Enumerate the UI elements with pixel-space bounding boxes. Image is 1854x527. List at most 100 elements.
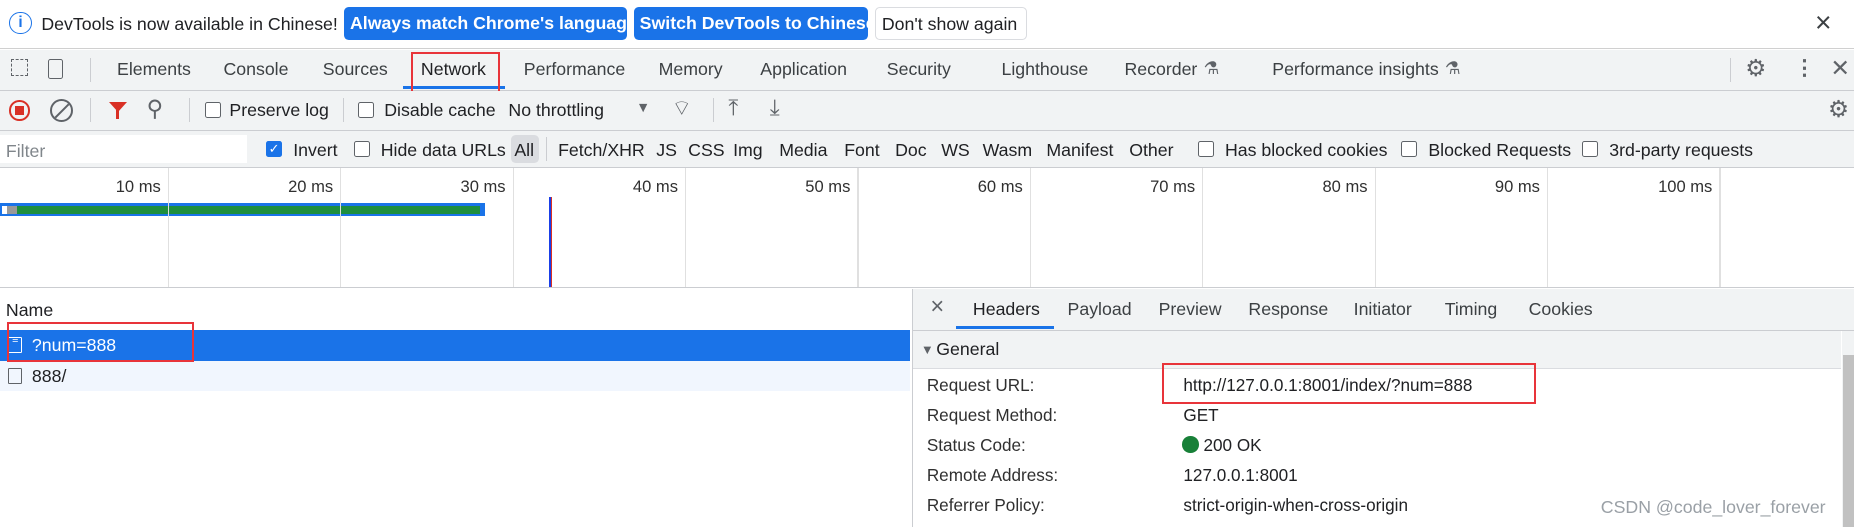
name-header-label: Name — [5, 300, 54, 321]
tab-cookies[interactable]: Cookies — [1529, 299, 1593, 320]
general-field-value: GET — [1183, 404, 1219, 425]
switch-to-chinese-button[interactable]: Switch DevTools to Chinese — [633, 7, 876, 41]
tab-security[interactable]: Security — [887, 59, 951, 80]
expand-triangle-icon: ▼ — [920, 341, 934, 357]
has-blocked-cookies-checkbox[interactable] — [1197, 140, 1214, 157]
dont-show-again-button[interactable]: Don't show again — [874, 7, 1028, 41]
dropdown-arrow-icon[interactable]: ▼ — [636, 100, 650, 116]
flask-icon: ⚗ — [1444, 57, 1461, 78]
search-icon[interactable]: ⚲ — [147, 96, 163, 122]
overview-tick-label: 70 ms — [1150, 177, 1196, 197]
type-doc[interactable]: Doc — [895, 140, 927, 161]
disable-cache-checkbox[interactable] — [358, 101, 375, 118]
tab-headers[interactable]: Headers — [973, 299, 1040, 320]
details-scrollbar[interactable] — [1841, 331, 1854, 527]
tab-payload[interactable]: Payload — [1068, 299, 1132, 320]
request-row[interactable]: 888/ — [0, 360, 911, 392]
language-infobar: i DevTools is now available in Chinese! … — [0, 0, 1854, 50]
third-party-checkbox[interactable] — [1582, 140, 1599, 157]
tab-performance-insights[interactable]: Performance insights — [1272, 59, 1438, 80]
tab-timing[interactable]: Timing — [1445, 299, 1498, 320]
invert-checkbox[interactable]: ✓ — [266, 140, 283, 157]
third-party-label[interactable]: 3rd-party requests — [1609, 140, 1753, 161]
blocked-requests-label[interactable]: Blocked Requests — [1428, 140, 1571, 161]
tab-sources[interactable]: Sources — [323, 59, 388, 80]
tab-memory[interactable]: Memory — [659, 59, 723, 80]
close-details-icon[interactable]: × — [930, 294, 944, 321]
preserve-log-label[interactable]: Preserve log — [229, 100, 328, 121]
file-icon — [8, 367, 23, 384]
export-har-icon[interactable]: ⤓ — [770, 95, 780, 121]
infobar-message: DevTools is now available in Chinese! — [41, 14, 338, 35]
network-conditions-icon[interactable]: ⌔ — [672, 96, 692, 122]
timeline-overview[interactable]: 10 ms 20 ms 30 ms 40 ms 50 ms 60 ms 70 ms 80 ms… — [0, 167, 1854, 289]
type-media[interactable]: Media — [779, 140, 827, 161]
tab-console[interactable]: Console — [223, 59, 288, 80]
device-toolbar-icon[interactable] — [48, 59, 64, 79]
close-infobar-icon[interactable]: × — [1815, 7, 1832, 40]
clear-icon[interactable] — [49, 99, 73, 123]
inspect-element-icon[interactable] — [10, 59, 28, 77]
overview-tick-label: 90 ms — [1494, 177, 1540, 197]
general-field-label: Remote Address: — [926, 465, 1059, 486]
type-js[interactable]: JS — [656, 140, 677, 161]
hide-data-urls-checkbox[interactable] — [353, 140, 370, 157]
overview-tick-label: 20 ms — [288, 177, 334, 197]
type-ws[interactable]: WS — [941, 140, 970, 161]
overview-tick-label: 80 ms — [1322, 177, 1368, 197]
settings-gear-icon[interactable]: ⚙ — [1745, 54, 1766, 83]
record-stop-icon[interactable] — [9, 100, 30, 122]
devtools-window: i DevTools is now available in Chinese! … — [0, 0, 1854, 527]
import-har-icon[interactable]: ⤒ — [728, 95, 738, 121]
type-manifest[interactable]: Manifest — [1046, 140, 1113, 161]
tab-recorder[interactable]: Recorder — [1124, 59, 1197, 80]
overview-tick-label: 10 ms — [115, 177, 161, 197]
tab-elements[interactable]: Elements — [117, 59, 191, 80]
close-devtools-icon[interactable]: ✕ — [1830, 54, 1850, 83]
active-details-tab-indicator — [956, 326, 1055, 329]
hide-data-urls-label[interactable]: Hide data URLs — [381, 140, 506, 161]
tab-preview[interactable]: Preview — [1159, 299, 1222, 320]
invert-label[interactable]: Invert — [293, 140, 337, 161]
overview-gridline — [1374, 167, 1376, 288]
preserve-log-checkbox[interactable] — [204, 101, 221, 118]
type-fetch-xhr[interactable]: Fetch/XHR — [558, 140, 645, 161]
overview-gridline — [1719, 167, 1721, 288]
tab-response[interactable]: Response — [1248, 299, 1328, 320]
has-blocked-cookies-label[interactable]: Has blocked cookies — [1225, 140, 1388, 161]
tab-lighthouse[interactable]: Lighthouse — [1001, 59, 1088, 80]
blocked-requests-checkbox[interactable] — [1401, 140, 1418, 157]
filter-bar: Filter ✓ Invert Hide data URLs All Fetch… — [0, 131, 1854, 168]
overview-tick-label: 100 ms — [1658, 177, 1713, 197]
overview-tick-label: 40 ms — [632, 177, 678, 197]
type-other[interactable]: Other — [1129, 140, 1173, 161]
general-field-label: Request Method: — [926, 404, 1058, 425]
filter-funnel-stem — [115, 109, 120, 120]
throttling-select[interactable]: No throttling — [508, 100, 604, 121]
type-img[interactable]: Img — [733, 140, 763, 161]
overview-gridline — [1547, 167, 1549, 288]
always-match-language-button[interactable]: Always match Chrome's language — [344, 7, 637, 41]
overview-gridline — [857, 167, 859, 288]
tab-performance[interactable]: Performance — [524, 59, 625, 80]
general-field-label: Request URL: — [926, 374, 1035, 395]
filter-input[interactable]: Filter — [0, 134, 248, 164]
disable-cache-label[interactable]: Disable cache — [384, 100, 495, 121]
type-wasm[interactable]: Wasm — [983, 140, 1033, 161]
overview-gridline — [1029, 167, 1032, 288]
request-name: 888/ — [31, 365, 67, 386]
more-options-icon[interactable]: ⋮ — [1794, 56, 1815, 81]
type-font[interactable]: Font — [844, 140, 879, 161]
general-field-value: 200 OK — [1182, 435, 1262, 456]
filter-placeholder: Filter — [5, 140, 46, 161]
general-field-label: Status Code: — [926, 435, 1026, 456]
overview-gridline — [1202, 167, 1204, 288]
network-settings-gear-icon[interactable]: ⚙ — [1828, 95, 1849, 124]
tab-initiator[interactable]: Initiator — [1354, 299, 1412, 320]
type-all[interactable]: All — [514, 140, 534, 161]
overview-tick-label: 30 ms — [460, 177, 506, 197]
tab-application[interactable]: Application — [760, 59, 847, 80]
type-css[interactable]: CSS — [688, 140, 724, 161]
overview-gridline — [512, 167, 514, 288]
info-icon: i — [9, 11, 32, 34]
